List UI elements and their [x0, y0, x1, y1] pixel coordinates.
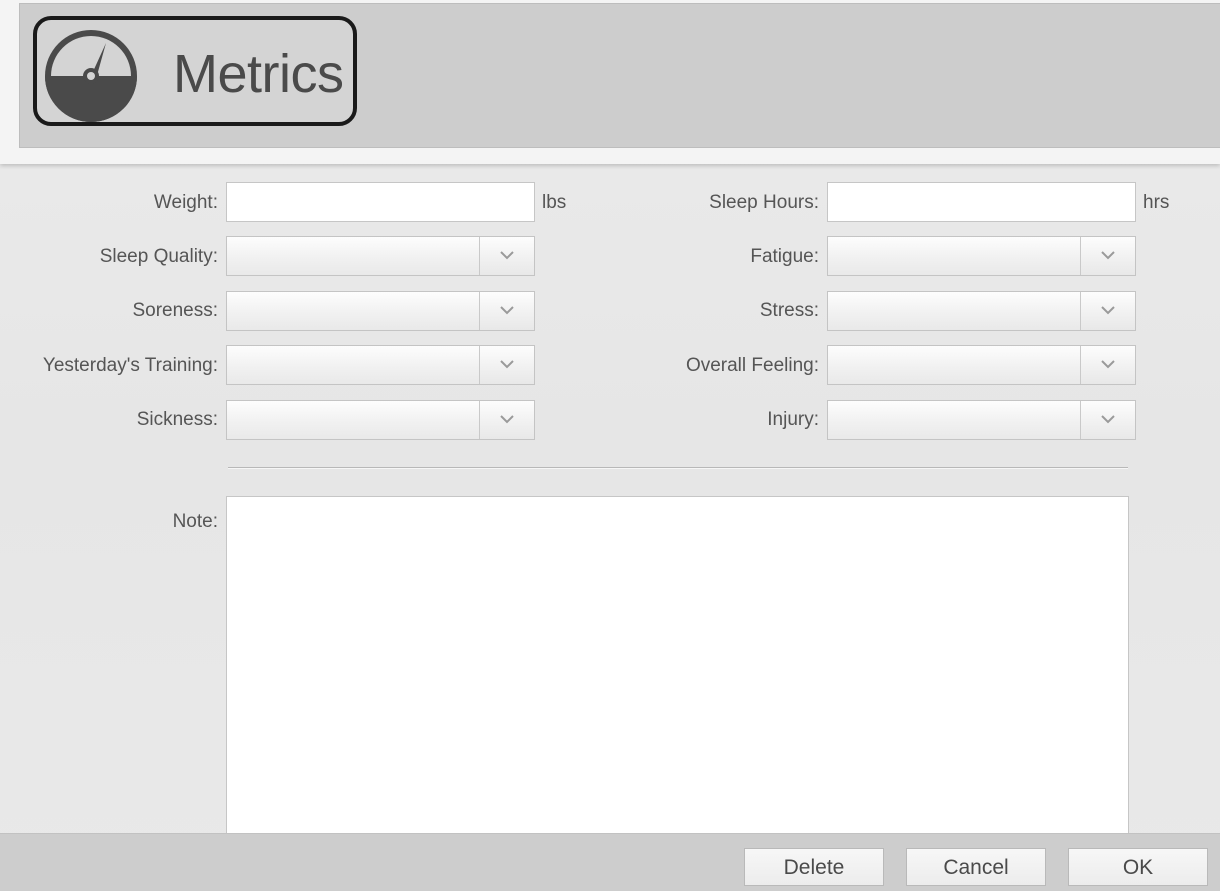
- section-divider: [228, 467, 1128, 469]
- chevron-down-icon: [1101, 415, 1115, 424]
- chevron-down-icon: [500, 306, 514, 315]
- metrics-window: Metrics Weight: lbs Sleep Hours: hrs Sle…: [0, 0, 1220, 891]
- chevron-down-icon: [500, 251, 514, 260]
- weight-label: Weight:: [153, 192, 218, 213]
- sickness-dropdown-button[interactable]: [479, 401, 534, 439]
- soreness-label: Soreness:: [132, 300, 218, 321]
- stress-label: Stress:: [759, 300, 819, 321]
- yesterdays-training-dropdown-button[interactable]: [479, 346, 534, 384]
- fatigue-dropdown-button[interactable]: [1080, 237, 1135, 275]
- sleep-hours-input[interactable]: [827, 182, 1136, 222]
- chevron-down-icon: [500, 415, 514, 424]
- chevron-down-icon: [1101, 360, 1115, 369]
- ok-button[interactable]: OK: [1068, 848, 1208, 886]
- sleep-quality-dropdown-button[interactable]: [479, 237, 534, 275]
- note-label: Note:: [172, 511, 218, 532]
- sleep-hours-label: Sleep Hours:: [709, 192, 819, 213]
- cancel-button[interactable]: Cancel: [906, 848, 1046, 886]
- delete-button[interactable]: Delete: [744, 848, 884, 886]
- fatigue-select[interactable]: [827, 236, 1136, 276]
- overall-feeling-dropdown-button[interactable]: [1080, 346, 1135, 384]
- metrics-badge: Metrics: [33, 16, 357, 126]
- page-title: Metrics: [173, 44, 344, 104]
- gauge-icon: [45, 30, 137, 122]
- overall-feeling-label: Overall Feeling:: [685, 355, 819, 376]
- stress-dropdown-button[interactable]: [1080, 292, 1135, 330]
- yesterdays-training-select[interactable]: [226, 345, 535, 385]
- weight-unit: lbs: [542, 192, 567, 213]
- weight-input[interactable]: [226, 182, 535, 222]
- sleep-quality-select[interactable]: [226, 236, 535, 276]
- note-textarea[interactable]: [226, 496, 1129, 841]
- soreness-dropdown-button[interactable]: [479, 292, 534, 330]
- chevron-down-icon: [500, 360, 514, 369]
- injury-dropdown-button[interactable]: [1080, 401, 1135, 439]
- sleep-hours-unit: hrs: [1143, 192, 1170, 213]
- overall-feeling-select[interactable]: [827, 345, 1136, 385]
- dialog-footer: Delete Cancel OK: [0, 833, 1220, 891]
- sickness-select[interactable]: [226, 400, 535, 440]
- sickness-label: Sickness:: [136, 409, 218, 430]
- chevron-down-icon: [1101, 251, 1115, 260]
- sleep-quality-label: Sleep Quality:: [99, 246, 218, 267]
- injury-select[interactable]: [827, 400, 1136, 440]
- soreness-select[interactable]: [226, 291, 535, 331]
- yesterdays-training-label: Yesterday's Training:: [42, 355, 218, 376]
- header-panel: Metrics: [19, 3, 1220, 148]
- chevron-down-icon: [1101, 306, 1115, 315]
- fatigue-label: Fatigue:: [750, 246, 819, 267]
- injury-label: Injury:: [767, 409, 819, 430]
- stress-select[interactable]: [827, 291, 1136, 331]
